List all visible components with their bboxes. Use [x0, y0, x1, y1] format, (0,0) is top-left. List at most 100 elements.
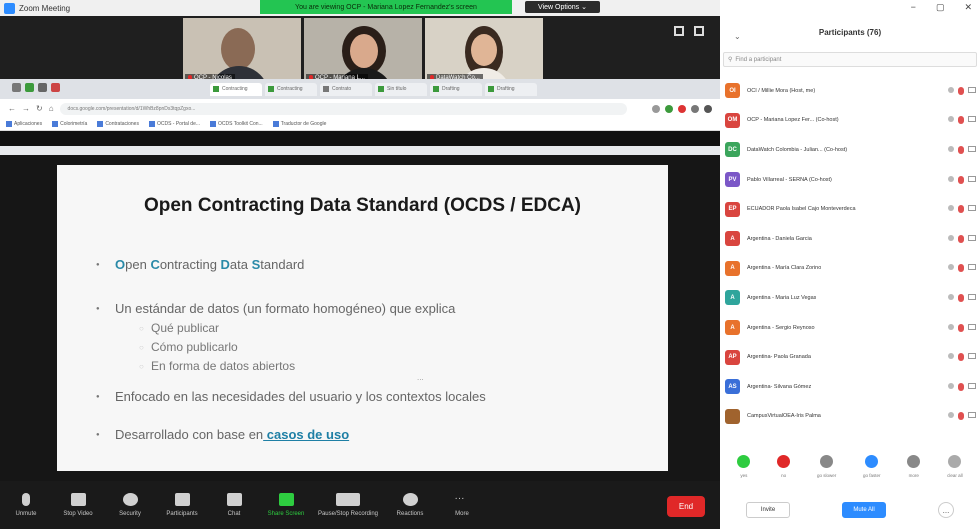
participant-row[interactable]: A Argentina - Sergio Reynoso — [720, 313, 980, 343]
apps-icon — [6, 121, 12, 127]
bookmark[interactable]: OCDS - Portal de... — [148, 121, 200, 127]
reaction-button[interactable]: no — [777, 455, 791, 478]
bookmark[interactable]: Contrataciones — [97, 121, 139, 127]
browser-tab[interactable]: Contracting — [265, 82, 317, 96]
mute-all-button[interactable]: Mute All — [842, 502, 886, 518]
hand-icon — [948, 264, 954, 271]
hand-icon — [948, 145, 954, 152]
stop-video-button[interactable]: Stop Video — [52, 493, 104, 517]
participant-name: ECUADOR Paola Isabel Cajo Monteverdeca — [747, 206, 856, 213]
participant-name: Argentina - Daniela Garcia — [747, 235, 812, 242]
unmute-button[interactable]: Unmute — [0, 493, 52, 517]
video-off-icon — [968, 116, 976, 123]
minimize-icon[interactable]: − — [911, 2, 916, 13]
participant-status-icons — [948, 293, 976, 302]
use-cases-link[interactable]: casos de uso — [263, 427, 349, 442]
profile-avatar[interactable] — [704, 104, 712, 113]
recording-button[interactable]: Pause/Stop Recording — [312, 493, 384, 517]
more-button[interactable]: ··· More — [436, 493, 488, 517]
participant-row[interactable]: OI OCI / Millie Mora (Host, me) — [720, 76, 980, 106]
avatar: OI — [725, 83, 740, 99]
participant-head — [221, 28, 255, 70]
panel-more-button[interactable]: ... — [938, 502, 954, 518]
reaction-button[interactable]: clear all — [947, 455, 963, 478]
participant-row[interactable]: A Argentina - María Clara Zorino — [720, 254, 980, 284]
sheets-icon — [488, 86, 494, 92]
participant-search-input[interactable]: ⚲ Find a participant — [723, 52, 977, 67]
slide-subbullet: Cómo publicarlo — [139, 340, 238, 354]
reaction-button[interactable]: more — [907, 455, 921, 478]
bookmark[interactable]: Colorimetría — [52, 121, 87, 127]
reaction-button[interactable]: go faster — [863, 455, 881, 478]
fullscreen-icon[interactable] — [694, 26, 704, 36]
nonverbal-feedback-bar: yes no go slower go faster more clear all — [720, 455, 980, 478]
slides-icon — [268, 86, 274, 92]
participant-name: OCP - Mariana Lopez Fer... (Co-host) — [747, 117, 839, 124]
chat-button[interactable]: Chat — [208, 493, 260, 517]
hand-icon — [948, 293, 954, 300]
share-screen-button[interactable]: Share Screen — [260, 493, 312, 517]
maximize-icon[interactable]: ▢ — [936, 2, 945, 13]
app-icon — [38, 83, 47, 92]
extension-icon[interactable] — [691, 104, 699, 113]
participant-row[interactable]: DC DataWatch Colombia - Julian... (Co-hos… — [720, 135, 980, 165]
reaction-label: yes — [740, 473, 748, 478]
browser-tab[interactable]: Contrato — [320, 82, 372, 96]
participant-name: Argentina- Silvana Gómez — [747, 383, 812, 390]
participant-row[interactable]: OM OCP - Mariana Lopez Fer... (Co-host) — [720, 106, 980, 136]
participant-row[interactable]: EP ECUADOR Paola Isabel Cajo Monteverdeca — [720, 194, 980, 224]
video-off-icon — [968, 234, 976, 241]
reaction-button[interactable]: yes — [737, 455, 751, 478]
participants-title: Participants (76) — [818, 28, 882, 37]
participant-row[interactable]: A Argentina - Maria Luz Vegas — [720, 283, 980, 313]
meeting-controls: Unmute Stop Video Security Participants … — [0, 481, 720, 529]
invite-button[interactable]: Invite — [746, 502, 790, 518]
reaction-button[interactable]: go slower — [817, 455, 836, 478]
muted-mic-icon — [958, 323, 964, 332]
mic-icon — [22, 493, 30, 506]
video-thumbnail[interactable]: DataWatch Co... — [425, 18, 543, 84]
muted-mic-icon — [958, 175, 964, 184]
back-icon[interactable]: ← — [8, 104, 16, 113]
pause-stop-icon — [336, 493, 360, 506]
reaction-icon — [865, 455, 879, 468]
bookmark[interactable]: OCDS Toolkit Con... — [210, 121, 263, 127]
security-button[interactable]: Security — [104, 493, 156, 517]
reaction-icon — [948, 455, 962, 468]
participant-row[interactable]: PV Pablo Villarreal - SERNA (Co-host) — [720, 165, 980, 195]
extension-icon[interactable] — [652, 104, 660, 113]
video-camera-icon — [70, 493, 86, 506]
reactions-button[interactable]: Reactions — [384, 493, 436, 517]
participant-row[interactable]: AP Argentina- Paola Granada — [720, 342, 980, 372]
participant-row[interactable]: AS Argentina- Silvana Gómez — [720, 372, 980, 402]
participant-row[interactable]: CampusVirtualOEA-Iris Palma — [720, 402, 980, 432]
browser-tab[interactable]: Drafting — [485, 82, 537, 96]
video-thumbnail[interactable]: OCP - Nicolas — [183, 18, 301, 84]
browser-tab[interactable]: Sin título — [375, 82, 427, 96]
participant-row[interactable]: A Argentina - Daniela Garcia — [720, 224, 980, 254]
browser-tab[interactable]: Contracting — [210, 82, 262, 96]
bookmark[interactable]: Traductor de Google — [272, 121, 326, 127]
home-icon[interactable]: ⌂ — [49, 104, 54, 113]
participant-head — [471, 34, 497, 66]
bookmark-icon — [210, 121, 217, 127]
video-thumbnail[interactable]: OCP - Mariana L... — [304, 18, 422, 84]
bookmark[interactable]: Aplicaciones — [6, 121, 42, 127]
end-meeting-button[interactable]: End — [667, 496, 705, 517]
reaction-smiley-icon — [402, 493, 418, 506]
browser-tab[interactable]: Drafting — [430, 82, 482, 96]
slide-bullet: Enfocado en las necesidades del usuario … — [96, 389, 486, 404]
extension-icon[interactable] — [678, 104, 686, 113]
participants-button[interactable]: Participants — [156, 493, 208, 517]
close-icon[interactable]: ✕ — [964, 2, 972, 13]
reload-icon[interactable]: ↻ — [36, 104, 43, 113]
view-options-button[interactable]: View Options ⌄ — [525, 1, 600, 13]
forward-icon[interactable]: → — [22, 104, 30, 113]
muted-mic-icon — [958, 382, 964, 391]
address-bar[interactable]: docs.google.com/presentation/d/1WhBz8pnD… — [59, 102, 627, 115]
gallery-view-icon[interactable] — [674, 26, 684, 36]
extension-icon[interactable] — [665, 104, 673, 113]
slide-subbullet: Qué publicar — [139, 321, 219, 335]
muted-mic-icon — [958, 234, 964, 243]
muted-mic-icon — [958, 205, 964, 214]
